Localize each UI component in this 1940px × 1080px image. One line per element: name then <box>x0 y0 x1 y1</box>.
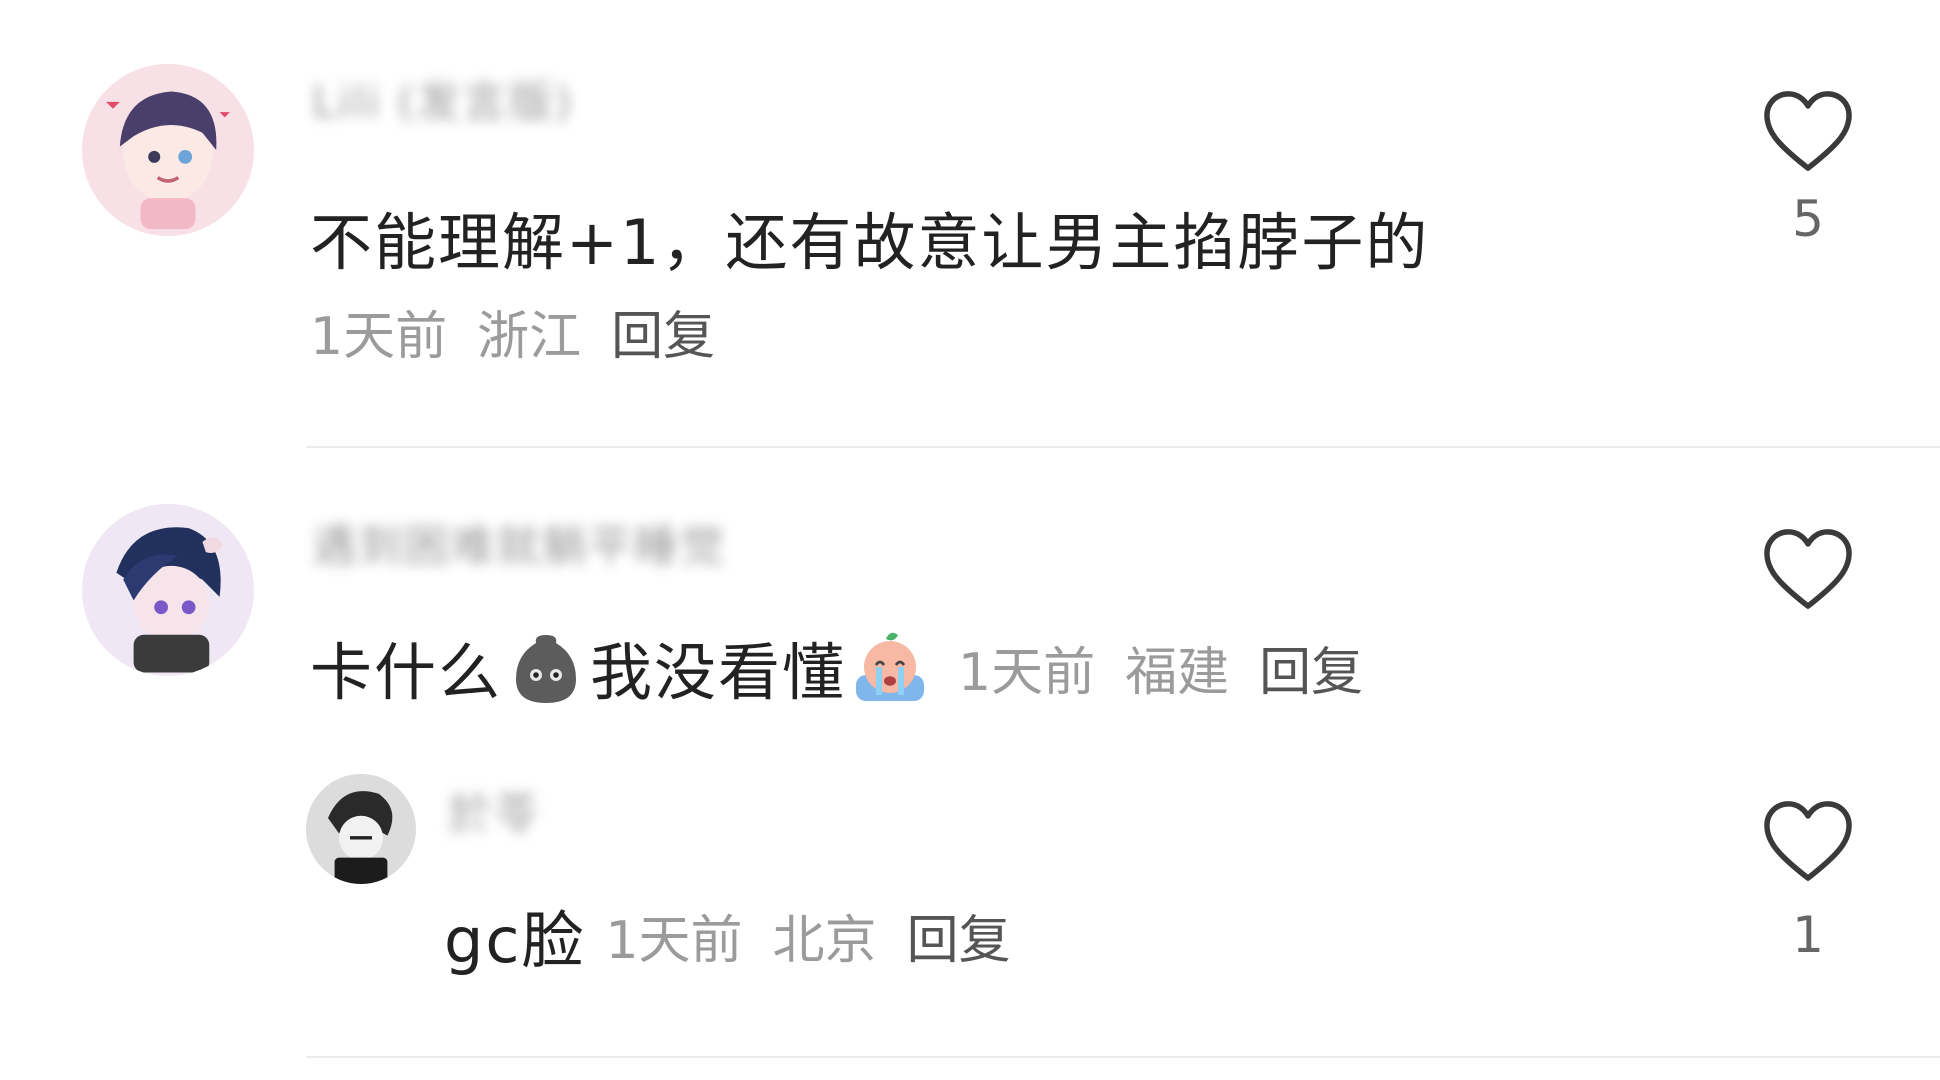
divider <box>306 1056 1940 1058</box>
comment-location: 福建 <box>1125 642 1230 703</box>
reply-content: gc脸 1天前 北京 回复 <box>444 890 1011 980</box>
comment-meta: 1天前 浙江 回复 <box>310 294 715 369</box>
like-button[interactable]: 1 <box>1748 798 1868 960</box>
reply-text: gc脸 <box>444 904 586 977</box>
like-button[interactable]: 5 <box>1748 88 1868 244</box>
reply-meta: 1天前 北京 回复 <box>605 898 1010 973</box>
heart-outline-icon <box>1764 91 1852 171</box>
like-button[interactable] <box>1748 526 1868 620</box>
like-count: 1 <box>1792 906 1824 964</box>
comment-location: 浙江 <box>477 307 582 367</box>
username[interactable]: 遇到困难就躺平睡觉 <box>312 510 726 574</box>
reply-button[interactable]: 回复 <box>611 294 715 369</box>
comment-text: 我没看懂 <box>590 636 847 709</box>
comment-text: 不能理解+1，还有故意让男主掐脖子的 <box>310 206 1430 279</box>
reply-location: 北京 <box>772 910 877 971</box>
divider <box>306 446 1940 448</box>
username[interactable]: Lili (发言版) <box>312 66 574 130</box>
comment-content: 卡什么 我没看懂 1天前 福建 回复 <box>310 622 1363 712</box>
sack-emoji-icon <box>506 627 586 707</box>
comment-time: 1天前 <box>310 307 448 367</box>
user-avatar[interactable] <box>82 64 254 236</box>
reply-username[interactable]: 於苓 <box>448 778 540 842</box>
reply-button[interactable]: 回复 <box>1259 630 1363 705</box>
user-avatar[interactable] <box>82 504 254 676</box>
comment-meta: 1天前 福建 回复 <box>958 630 1363 705</box>
comment-text: 卡什么 <box>310 636 503 709</box>
reply-time: 1天前 <box>605 910 743 971</box>
reply-button[interactable]: 回复 <box>907 898 1011 973</box>
heart-outline-icon <box>1764 801 1852 881</box>
crying-emoji-icon <box>850 627 930 707</box>
heart-outline-icon <box>1764 529 1852 609</box>
comment-time: 1天前 <box>958 642 1096 703</box>
like-count: 5 <box>1792 190 1824 248</box>
user-avatar[interactable] <box>306 774 416 884</box>
comment-content: 不能理解+1，还有故意让男主掐脖子的 <box>310 192 1429 282</box>
